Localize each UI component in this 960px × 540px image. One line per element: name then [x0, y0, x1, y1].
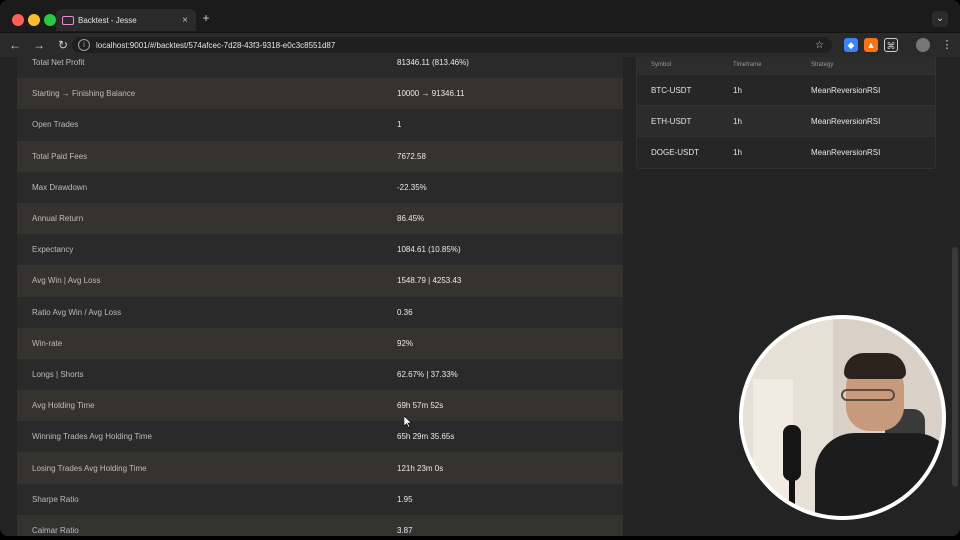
extension-icon-blue[interactable]: ◆ — [844, 38, 858, 52]
table-row: Avg Win | Avg Loss 1548.79 | 4253.43 — [17, 265, 623, 297]
metric-value: 7672.58 — [397, 151, 426, 161]
table-row: Ratio Avg Win / Avg Loss 0.36 — [17, 296, 623, 328]
table-row: Losing Trades Avg Holding Time 121h 23m … — [17, 452, 623, 484]
star-icon[interactable]: ☆ — [815, 40, 824, 51]
maximize-window-button[interactable] — [44, 14, 56, 26]
metric-label: Losing Trades Avg Holding Time — [32, 463, 147, 473]
routes-card: Symbol Timeframe Strategy BTC-USDT 1h Me… — [636, 57, 936, 169]
metric-value: 1084.61 (10.85%) — [397, 245, 461, 255]
webcam-overlay — [739, 315, 946, 520]
column-header-timeframe: Timeframe — [733, 62, 762, 68]
metric-label: Sharpe Ratio — [32, 494, 79, 504]
metric-value: 1548.79 | 4253.43 — [397, 276, 462, 286]
more-icon[interactable]: ⋮ — [940, 38, 954, 52]
metric-value: 10000 → 91346.11 — [397, 89, 465, 99]
url-text[interactable]: localhost:9001/#/backtest/574afcec-7d28-… — [96, 41, 335, 50]
metric-label: Avg Win | Avg Loss — [32, 276, 101, 286]
table-row: Avg Holding Time 69h 57m 52s — [17, 390, 623, 422]
extension-icon-orange[interactable]: ▲ — [864, 38, 878, 52]
plus-icon[interactable]: + — [200, 12, 212, 24]
metric-label: Max Drawdown — [32, 182, 88, 192]
tab-title: Backtest - Jesse — [78, 15, 137, 25]
metric-label: Calmar Ratio — [32, 525, 79, 535]
metric-value: 92% — [397, 338, 414, 348]
tab-strip: Backtest - Jesse × + ⌄ — [0, 0, 960, 33]
scrollbar[interactable] — [952, 247, 958, 487]
metric-value: 86.45% — [397, 214, 425, 224]
column-header-symbol: Symbol — [651, 62, 672, 68]
mouse-cursor-icon — [404, 416, 412, 428]
metric-label: Ratio Avg Win / Avg Loss — [32, 307, 122, 317]
address-bar[interactable]: i localhost:9001/#/backtest/574afcec-7d2… — [72, 37, 832, 53]
table-row: DOGE-USDT 1h MeanReversionRSI — [637, 136, 935, 167]
table-row: Longs | Shorts 62.67% | 37.33% — [17, 358, 623, 391]
webcam-person-hair — [844, 353, 906, 379]
metric-value: 1.95 — [397, 494, 413, 504]
table-row: Annual Return 86.45% — [17, 202, 623, 235]
metric-label: Expectancy — [32, 245, 74, 255]
avatar[interactable] — [916, 38, 930, 52]
metric-label: Win-rate — [32, 338, 63, 348]
route-symbol: DOGE-USDT — [651, 147, 699, 157]
table-row: Expectancy 1084.61 (10.85%) — [17, 234, 623, 266]
close-icon[interactable]: × — [180, 15, 190, 26]
table-row: Total Paid Fees 7672.58 — [17, 140, 623, 172]
metric-value: 3.87 — [397, 525, 413, 535]
table-row: Calmar Ratio 3.87 — [17, 514, 623, 536]
route-timeframe: 1h — [733, 85, 742, 95]
table-row: BTC-USDT 1h MeanReversionRSI — [637, 74, 935, 105]
metric-label: Total Paid Fees — [32, 151, 88, 161]
metric-value: 69h 57m 52s — [397, 401, 444, 411]
webcam-person-glasses — [841, 389, 895, 401]
table-row: Open Trades 1 — [17, 109, 623, 141]
metric-label: Starting → Finishing Balance — [32, 89, 136, 99]
metric-value: 62.67% | 37.33% — [397, 369, 458, 379]
metric-value: 65h 29m 35.65s — [397, 432, 455, 442]
table-row: Win-rate 92% — [17, 327, 623, 359]
table-row: Starting → Finishing Balance 10000 → 913… — [17, 78, 623, 110]
column-header-strategy: Strategy — [811, 62, 834, 68]
chevron-down-icon[interactable]: ⌄ — [932, 11, 948, 27]
microphone-stand — [789, 479, 795, 516]
webcam-person-body — [815, 433, 942, 516]
info-icon[interactable]: i — [78, 39, 90, 51]
metric-label: Annual Return — [32, 214, 84, 224]
table-row: Winning Trades Avg Holding Time 65h 29m … — [17, 421, 623, 453]
metrics-table: Total Net Profit 81346.11 (813.46%) Star… — [17, 57, 623, 536]
minimize-window-button[interactable] — [28, 14, 40, 26]
metric-value: -22.35% — [397, 182, 427, 192]
arrow-right-icon[interactable]: → — [30, 36, 48, 54]
metric-label: Open Trades — [32, 120, 79, 130]
metric-label: Total Net Profit — [32, 58, 85, 68]
microphone-icon — [783, 425, 801, 481]
metric-label: Avg Holding Time — [32, 401, 95, 411]
metric-label: Winning Trades Avg Holding Time — [32, 432, 152, 442]
address-bar-row: ← → ↻ i localhost:9001/#/backtest/574afc… — [0, 33, 960, 57]
route-strategy: MeanReversionRSI — [811, 147, 881, 157]
close-window-button[interactable] — [12, 14, 24, 26]
metric-value: 81346.11 (813.46%) — [397, 58, 469, 68]
jesse-favicon-icon — [62, 15, 74, 25]
table-row: Max Drawdown -22.35% — [17, 171, 623, 203]
metric-value: 0.36 — [397, 307, 413, 317]
table-row: ETH-USDT 1h MeanReversionRSI — [637, 105, 935, 137]
table-row: Sharpe Ratio 1.95 — [17, 483, 623, 515]
tab-backtest[interactable]: Backtest - Jesse × — [56, 9, 196, 31]
puzzle-icon[interactable]: ⌘ — [884, 38, 898, 52]
arrow-left-icon[interactable]: ← — [6, 36, 24, 54]
table-row: Total Net Profit 81346.11 (813.46%) — [17, 57, 623, 79]
routes-table-header: Symbol Timeframe Strategy — [637, 57, 935, 74]
route-timeframe: 1h — [733, 116, 742, 126]
metric-label: Longs | Shorts — [32, 369, 84, 379]
reload-icon[interactable]: ↻ — [54, 36, 72, 54]
metric-value: 121h 23m 0s — [397, 463, 444, 473]
route-strategy: MeanReversionRSI — [811, 85, 881, 95]
route-symbol: BTC-USDT — [651, 85, 692, 95]
route-timeframe: 1h — [733, 147, 742, 157]
route-strategy: MeanReversionRSI — [811, 116, 881, 126]
route-symbol: ETH-USDT — [651, 116, 692, 126]
metric-value: 1 — [397, 120, 402, 130]
